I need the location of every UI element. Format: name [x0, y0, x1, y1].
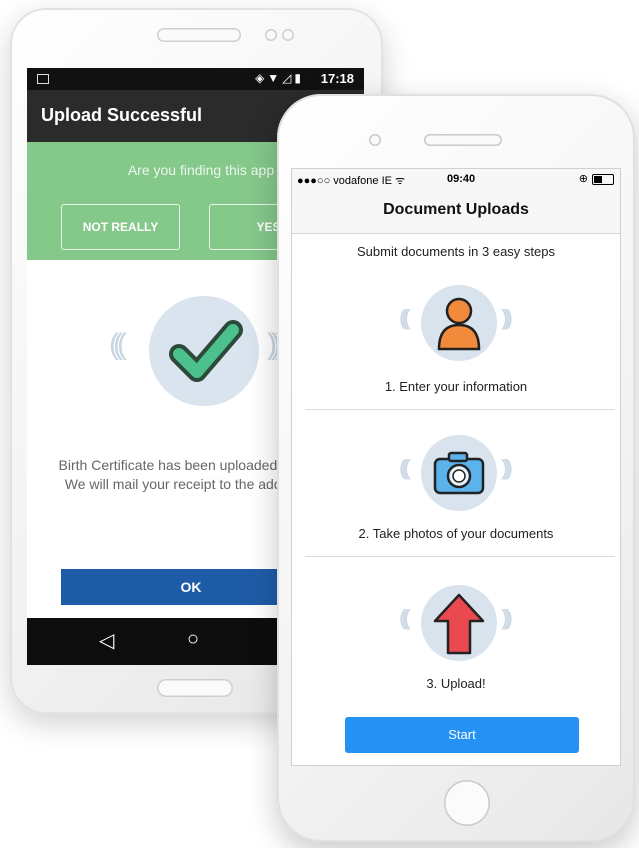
person-icon — [437, 297, 481, 351]
iphone-screen: ●●●○○ vodafone IE ᯤ 09:40 ⊕ Document Upl… — [292, 169, 620, 765]
front-camera — [369, 134, 381, 146]
iphone: ●●●○○ vodafone IE ᯤ 09:40 ⊕ Document Upl… — [277, 94, 635, 842]
right-wave-icon: ))) — [501, 305, 513, 330]
left-wave-icon: ((( — [109, 328, 127, 361]
divider — [305, 409, 615, 410]
ios-home-button[interactable] — [444, 780, 490, 826]
android-sensor-dot — [282, 29, 294, 41]
left-wave-icon: ((( — [399, 455, 411, 480]
back-icon[interactable]: ◁ — [99, 628, 114, 653]
status-time: 17:18 — [320, 71, 354, 86]
android-home-button[interactable] — [157, 679, 233, 697]
steps-subtitle: Submit documents in 3 easy steps — [357, 244, 555, 259]
orientation-lock-icon: ⊕ — [578, 173, 588, 185]
image-notification-icon — [37, 74, 49, 84]
home-icon[interactable]: ○ — [187, 628, 199, 651]
step-3-label: 3. Upload! — [426, 676, 486, 691]
success-check-circle — [149, 296, 259, 406]
status-icons: ◈▼◿▮ — [255, 71, 304, 85]
android-speaker — [157, 28, 241, 42]
earpiece-speaker — [424, 134, 502, 146]
page-title: Upload Successful — [41, 105, 203, 125]
left-wave-icon: ((( — [399, 305, 411, 330]
step-2-label: 2. Take photos of your documents — [358, 526, 554, 541]
right-wave-icon: ))) — [501, 605, 513, 630]
divider — [305, 556, 615, 557]
battery-icon — [592, 174, 614, 185]
right-wave-icon: ))) — [501, 455, 513, 480]
page-title: Document Uploads — [383, 201, 529, 218]
camera-icon — [433, 451, 485, 495]
ios-nav-bar: Document Uploads — [292, 189, 620, 234]
start-button[interactable]: Start — [345, 717, 579, 753]
carrier-label: ●●●○○ vodafone IE ᯤ — [297, 175, 406, 187]
left-wave-icon: ((( — [399, 605, 411, 630]
upload-arrow-icon — [433, 593, 485, 655]
step-1-label: 1. Enter your information — [384, 379, 528, 394]
step-3-icon-circle — [421, 585, 497, 661]
ios-status-bar: ●●●○○ vodafone IE ᯤ 09:40 ⊕ — [292, 169, 620, 189]
status-time: 09:40 — [447, 173, 476, 185]
android-sensor-dot — [265, 29, 277, 41]
step-1-icon-circle — [421, 285, 497, 361]
step-2-icon-circle — [421, 435, 497, 511]
checkmark-icon — [169, 320, 243, 382]
android-status-bar: ◈▼◿▮ 17:18 — [27, 68, 364, 90]
not-really-button[interactable]: NOT REALLY — [61, 204, 180, 250]
